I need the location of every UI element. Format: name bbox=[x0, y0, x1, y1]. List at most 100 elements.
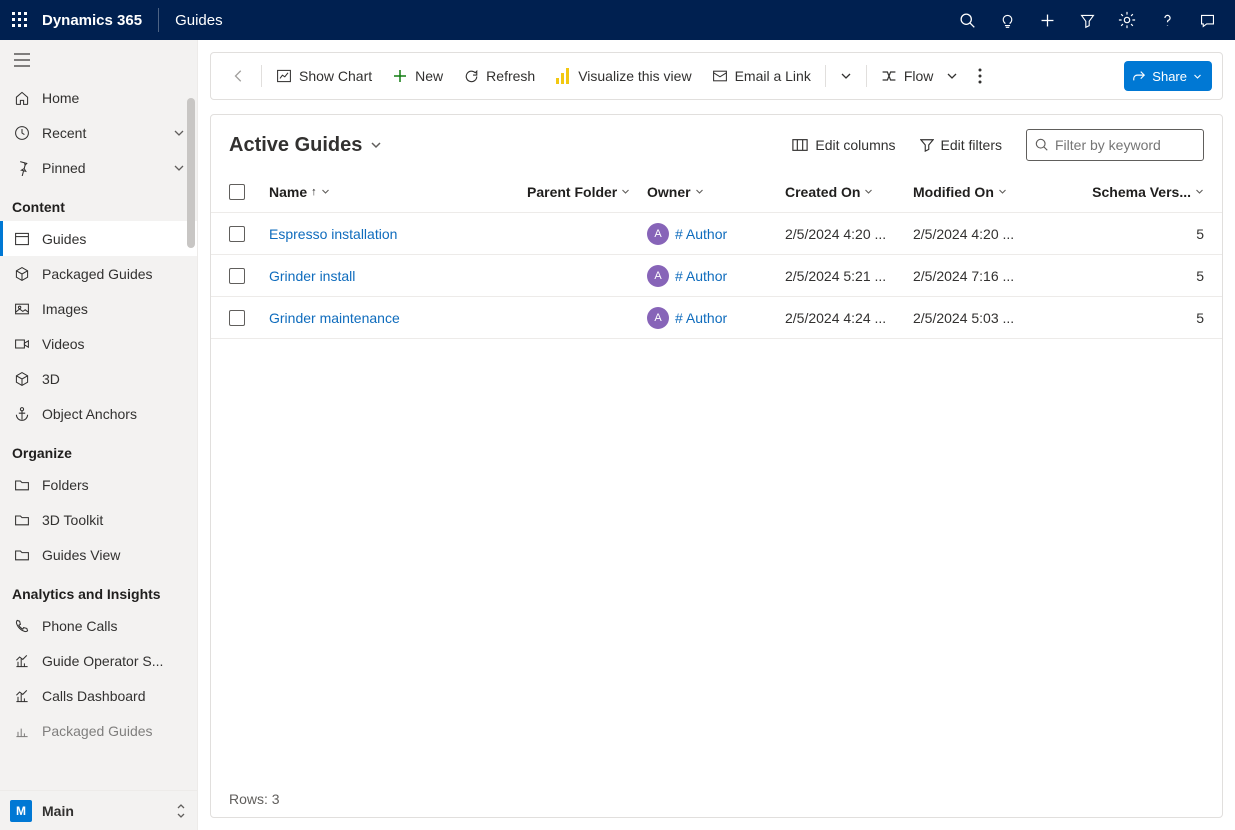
cell-created: 2/5/2024 4:24 ... bbox=[785, 310, 913, 326]
sidebar-item-guides-view[interactable]: Guides View bbox=[0, 537, 197, 572]
share-button[interactable]: Share bbox=[1124, 61, 1212, 91]
command-bar: Show Chart New Refresh Visualize this vi… bbox=[210, 52, 1223, 100]
chevron-down-icon bbox=[998, 187, 1007, 196]
filter-input-wrapper[interactable] bbox=[1026, 129, 1204, 161]
table-row[interactable]: Grinder maintenance A # Author 2/5/2024 4… bbox=[211, 297, 1222, 339]
row-checkbox[interactable] bbox=[229, 268, 269, 284]
chevron-down-icon bbox=[695, 187, 704, 196]
col-header-owner[interactable]: Owner bbox=[647, 184, 785, 200]
search-icon bbox=[1035, 138, 1049, 152]
back-button bbox=[221, 59, 257, 93]
sidebar-item-label: Packaged Guides bbox=[42, 723, 185, 739]
visualize-button[interactable]: Visualize this view bbox=[545, 59, 701, 93]
columns-icon bbox=[792, 138, 808, 152]
settings-icon[interactable] bbox=[1107, 0, 1147, 40]
pin-icon bbox=[12, 158, 32, 178]
col-header-schema[interactable]: Schema Vers... bbox=[1041, 184, 1204, 200]
sidebar-item-calls-dashboard[interactable]: Calls Dashboard bbox=[0, 678, 197, 713]
sidebar-item-phone-calls[interactable]: Phone Calls bbox=[0, 608, 197, 643]
col-header-created[interactable]: Created On bbox=[785, 184, 913, 200]
topbar: Dynamics 365 Guides bbox=[0, 0, 1235, 40]
new-button[interactable]: New bbox=[382, 59, 453, 93]
app-launcher-icon[interactable] bbox=[8, 8, 32, 32]
owner-link[interactable]: # Author bbox=[675, 226, 727, 242]
chevron-down-icon bbox=[864, 187, 873, 196]
sidebar-scrollbar[interactable] bbox=[181, 40, 197, 790]
sidebar-item-folders[interactable]: Folders bbox=[0, 467, 197, 502]
edit-columns-button[interactable]: Edit columns bbox=[780, 137, 907, 153]
avatar: A bbox=[647, 223, 669, 245]
sidebar-item-home[interactable]: Home bbox=[0, 80, 197, 115]
email-chevron[interactable] bbox=[830, 59, 862, 93]
view-title[interactable]: Active Guides bbox=[229, 134, 382, 157]
sidebar-item-pinned[interactable]: Pinned bbox=[0, 150, 197, 185]
table-row[interactable]: Grinder install A# Author 2/5/2024 5:21 … bbox=[211, 255, 1222, 297]
select-all-checkbox[interactable] bbox=[229, 184, 269, 200]
sidebar-item-label: Packaged Guides bbox=[42, 266, 185, 282]
add-icon[interactable] bbox=[1027, 0, 1067, 40]
avatar: A bbox=[647, 307, 669, 329]
chevron-down-icon bbox=[1195, 187, 1204, 196]
sidebar-item-label: Phone Calls bbox=[42, 618, 185, 634]
sidebar-item-guide-operator[interactable]: Guide Operator S... bbox=[0, 643, 197, 678]
help-icon[interactable] bbox=[1147, 0, 1187, 40]
owner-link[interactable]: # Author bbox=[675, 268, 727, 284]
col-header-name[interactable]: Name↑ bbox=[269, 184, 527, 200]
filter-input[interactable] bbox=[1055, 137, 1235, 153]
cell-modified: 2/5/2024 4:20 ... bbox=[913, 226, 1041, 242]
chevron-down-icon bbox=[621, 187, 630, 196]
show-chart-button[interactable]: Show Chart bbox=[266, 59, 382, 93]
row-checkbox[interactable] bbox=[229, 310, 269, 326]
rows-count: Rows: 3 bbox=[229, 791, 280, 807]
edit-filters-button[interactable]: Edit filters bbox=[908, 137, 1014, 153]
chart-icon bbox=[276, 68, 292, 84]
search-icon[interactable] bbox=[947, 0, 987, 40]
record-link[interactable]: Grinder maintenance bbox=[269, 310, 400, 326]
refresh-button[interactable]: Refresh bbox=[453, 59, 545, 93]
app-name[interactable]: Guides bbox=[158, 8, 223, 32]
sidebar-item-label: Pinned bbox=[42, 160, 173, 176]
chat-icon[interactable] bbox=[1187, 0, 1227, 40]
filter-icon bbox=[920, 138, 934, 152]
area-initial: M bbox=[10, 800, 32, 822]
cell-schema: 5 bbox=[1041, 268, 1204, 284]
col-header-modified[interactable]: Modified On bbox=[913, 184, 1041, 200]
grid-footer: Rows: 3 bbox=[211, 781, 1222, 817]
col-header-parent[interactable]: Parent Folder bbox=[527, 184, 647, 200]
plus-icon bbox=[392, 68, 408, 84]
sidebar-item-videos[interactable]: Videos bbox=[0, 326, 197, 361]
cell-created: 2/5/2024 5:21 ... bbox=[785, 268, 913, 284]
sidebar-item-recent[interactable]: Recent bbox=[0, 115, 197, 150]
sidebar-item-object-anchors[interactable]: Object Anchors bbox=[0, 396, 197, 431]
record-link[interactable]: Espresso installation bbox=[269, 226, 397, 242]
filter-icon[interactable] bbox=[1067, 0, 1107, 40]
email-link-button[interactable]: Email a Link bbox=[702, 59, 821, 93]
brand[interactable]: Dynamics 365 bbox=[42, 12, 158, 29]
flow-button[interactable]: Flow bbox=[871, 59, 969, 93]
sidebar-item-images[interactable]: Images bbox=[0, 291, 197, 326]
data-grid: Name↑ Parent Folder Owner Created On Mod… bbox=[211, 171, 1222, 339]
row-checkbox[interactable] bbox=[229, 226, 269, 242]
record-link[interactable]: Grinder install bbox=[269, 268, 355, 284]
hamburger-icon[interactable] bbox=[0, 40, 197, 80]
more-commands[interactable] bbox=[968, 59, 992, 93]
lightbulb-icon[interactable] bbox=[987, 0, 1027, 40]
sidebar-item-guides[interactable]: Guides bbox=[0, 221, 197, 256]
sidebar-item-3d-toolkit[interactable]: 3D Toolkit bbox=[0, 502, 197, 537]
anchor-icon bbox=[12, 404, 32, 424]
sidebar-item-3d[interactable]: 3D bbox=[0, 361, 197, 396]
table-header: Name↑ Parent Folder Owner Created On Mod… bbox=[211, 171, 1222, 213]
sidebar-item-packaged-guides[interactable]: Packaged Guides bbox=[0, 256, 197, 291]
sidebar-group-content: Content bbox=[0, 185, 197, 221]
window-icon bbox=[12, 229, 32, 249]
folder-icon bbox=[12, 510, 32, 530]
view-header: Active Guides Edit columns Edit filters bbox=[211, 115, 1222, 171]
sidebar-item-packaged-guides-2[interactable]: Packaged Guides bbox=[0, 713, 197, 748]
sort-asc-icon: ↑ bbox=[311, 186, 317, 198]
chevron-down-icon bbox=[1193, 72, 1202, 81]
sidebar-item-label: Guide Operator S... bbox=[42, 653, 185, 669]
sidebar-item-label: Guides View bbox=[42, 547, 185, 563]
owner-link[interactable]: # Author bbox=[675, 310, 727, 326]
sidebar-area-switcher[interactable]: M Main bbox=[0, 790, 197, 830]
table-row[interactable]: Espresso installation A # Author 2/5/2024… bbox=[211, 213, 1222, 255]
